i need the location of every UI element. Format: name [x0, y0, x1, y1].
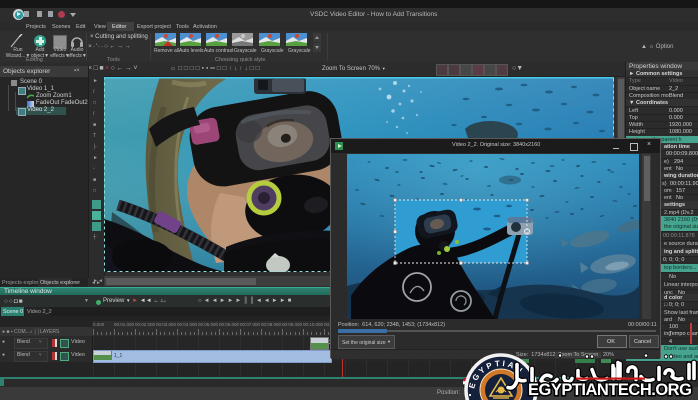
svg-text:EGYPTIANTECH.ORG: EGYPTIANTECH.ORG [528, 381, 691, 399]
